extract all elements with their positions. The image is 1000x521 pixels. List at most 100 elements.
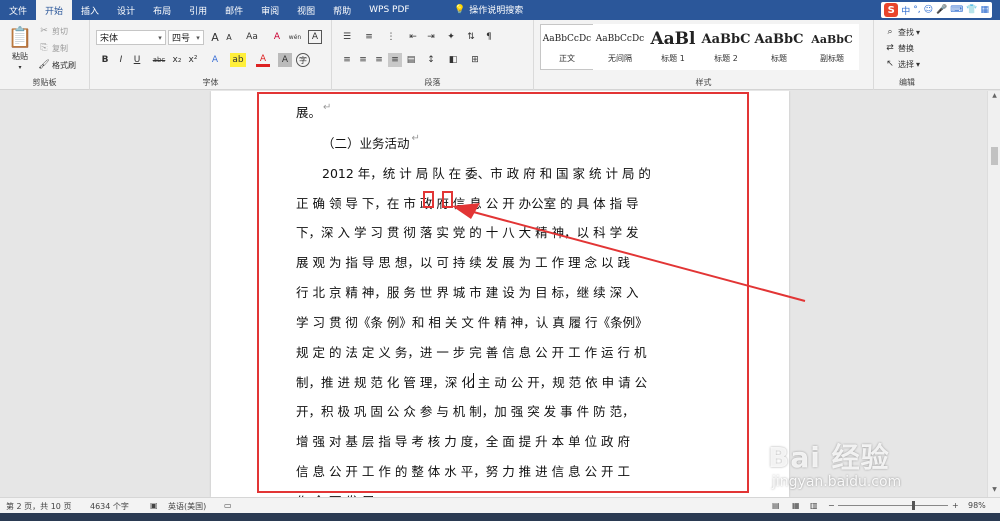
print-layout-icon[interactable]: ▦ [792,501,800,510]
editing-group: ⌕ 查找 ▾ ⇄ 替换 ↖ 选择 ▾ 编辑 [874,20,940,90]
tab-4[interactable]: 布局 [144,0,180,20]
style-card-5[interactable]: AaBbC 副标题 [805,24,859,70]
paragraph-group-label: 段落 [424,78,441,87]
web-layout-icon[interactable]: ▥ [810,501,818,510]
multilevel-list-icon[interactable]: ⋮ [384,30,398,44]
grow-font-button[interactable]: A [208,30,222,44]
show-marks-icon[interactable]: ¶ [482,30,496,44]
tab-6[interactable]: 邮件 [216,0,252,20]
editing-group-label: 编辑 [899,78,915,87]
shrink-font-button[interactable]: A [222,30,236,44]
page-indicator[interactable]: 第 2 页，共 10 页 [6,501,71,512]
tab-0[interactable]: 文件 [0,0,36,20]
chinese-layout-icon[interactable]: ✦ [444,30,458,44]
font-name-select[interactable]: 宋体 ▾ [96,30,166,45]
numbering-icon[interactable]: ≡ [362,30,376,44]
ime-punct[interactable]: °, [913,5,920,15]
scroll-up-icon[interactable]: ▲ [988,92,1000,102]
zoom-level[interactable]: 98% [968,501,986,510]
cut-button[interactable]: ✂ 剪切 [38,25,68,37]
tab-1[interactable]: 开始 [36,0,73,20]
decrease-indent-icon[interactable]: ⇤ [406,30,420,44]
justify-icon[interactable]: ≡ [388,53,402,67]
tell-me-box[interactable]: 💡 操作说明搜索 [454,3,523,17]
style-card-2[interactable]: AaBl 标题 1 [646,24,700,70]
style-card-3[interactable]: AaBbC 标题 2 [699,24,753,70]
ime-mode[interactable]: 中 [901,4,910,17]
italic-button[interactable]: I [114,53,128,67]
char-border-button[interactable]: A [308,30,322,44]
replace-button[interactable]: ⇄ 替换 [884,42,914,54]
tab-9[interactable]: 帮助 [324,0,360,20]
tab-8[interactable]: 视图 [288,0,324,20]
tab-5[interactable]: 引用 [180,0,216,20]
copy-icon: ⎘ [40,43,48,53]
font-size-select[interactable]: 四号 ▾ [168,30,204,45]
change-case-button[interactable]: Aa [242,30,262,44]
distributed-icon[interactable]: ▤ [404,53,418,67]
clear-format-button[interactable]: A [270,30,284,44]
scroll-thumb[interactable] [991,147,998,165]
toolbox-icon[interactable]: ▦ [980,5,989,15]
language-indicator[interactable]: 英语(美国) [168,501,206,512]
tab-2[interactable]: 插入 [72,0,108,20]
macro-record-icon[interactable]: ▭ [224,501,232,510]
style-card-0[interactable]: AaBbCcDc 正文 [540,24,594,70]
style-preview: AaBbCcDc [595,34,645,44]
enclose-char-button[interactable]: 字 [296,53,310,67]
paintbrush-icon: 🖌 [38,60,50,70]
style-preview: AaBbC [701,31,751,47]
align-left-icon[interactable]: ≡ [340,53,354,67]
tab-10[interactable]: WPS PDF [360,0,418,20]
highlight-button[interactable]: ab [230,53,246,67]
format-painter-button[interactable]: 🖌 格式刷 [38,59,76,71]
text-effects-button[interactable]: A [208,53,222,67]
zoom-out-icon[interactable]: − [828,501,835,510]
select-button[interactable]: ↖ 选择 ▾ [884,58,920,70]
shading-icon[interactable]: ◧ [446,53,460,67]
zoom-in-icon[interactable]: + [952,501,959,510]
tab-3[interactable]: 设计 [108,0,144,20]
copy-button[interactable]: ⎘ 复制 [38,42,68,54]
align-right-icon[interactable]: ≡ [372,53,386,67]
lightbulb-icon: 💡 [454,4,466,15]
line-spacing-icon[interactable]: ↕ [424,53,438,67]
phonetic-guide-button[interactable]: wén [288,30,302,44]
style-card-1[interactable]: AaBbCcDc 无间隔 [593,24,647,70]
borders-icon[interactable]: ⊞ [468,53,482,67]
emoji-icon[interactable]: ☺ [924,5,933,15]
chevron-down-icon: ▾ [158,33,162,42]
skin-icon[interactable]: 👕 [966,5,977,15]
sort-icon[interactable]: ⇅ [464,30,478,44]
bullets-icon[interactable]: ☰ [340,30,354,44]
chevron-down-icon: ▾ [18,64,22,71]
bold-button[interactable]: B [98,53,112,67]
zoom-slider[interactable] [838,505,948,506]
ribbon: 📋 粘贴 ▾ ✂ 剪切 ⎘ 复制 🖌 格式刷 剪贴板 宋体 ▾ 四号 ▾ A A Aa A… [0,20,1000,90]
underline-button[interactable]: U [130,53,144,67]
proofing-icon[interactable]: ▣ [150,501,158,510]
ime-toolbar[interactable]: S 中 °, ☺ 🎤 ⌨ 👕 ▦ [881,2,992,18]
superscript-button[interactable]: x² [186,53,200,67]
clipboard-icon: 📋 [7,25,33,49]
word-count[interactable]: 4634 个字 [90,501,129,512]
style-card-4[interactable]: AaBbC 标题 [752,24,806,70]
subscript-button[interactable]: x₂ [170,53,184,67]
align-center-icon[interactable]: ≡ [356,53,370,67]
mic-icon[interactable]: 🎤 [936,5,947,15]
style-name: 标题 [771,54,787,63]
font-color-button[interactable]: A [256,53,270,67]
find-button[interactable]: ⌕ 查找 ▾ [884,26,920,38]
watermark-logo: Bai 经验 [768,441,890,474]
zoom-slider-knob[interactable] [912,501,915,510]
read-mode-icon[interactable]: ▤ [772,501,780,510]
font-group: 宋体 ▾ 四号 ▾ A A Aa A wén A B I U abc x₂ x² A… [90,20,332,90]
style-name: 无间隔 [608,54,632,63]
highlight-char-box [423,191,434,208]
increase-indent-icon[interactable]: ⇥ [424,30,438,44]
char-shading-button[interactable]: A [278,53,292,67]
tab-7[interactable]: 审阅 [252,0,288,20]
strikethrough-button[interactable]: abc [150,53,168,67]
paste-button[interactable]: 📋 粘贴 ▾ [6,25,34,71]
keyboard-icon[interactable]: ⌨ [950,5,963,15]
